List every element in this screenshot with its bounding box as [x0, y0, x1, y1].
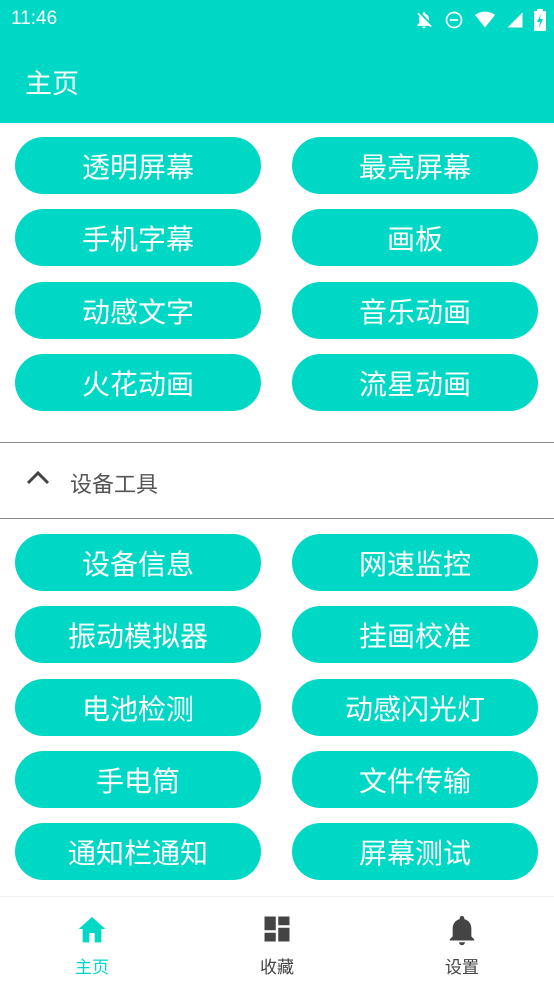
vibration-simulator-button[interactable]: 振动模拟器	[15, 606, 261, 663]
status-icons	[414, 9, 546, 31]
transparent-screen-button[interactable]: 透明屏幕	[15, 137, 261, 194]
dashboard-icon	[264, 916, 290, 942]
status-bar: 11:46	[0, 0, 554, 38]
bottom-navigation: 主页 收藏 设置	[0, 896, 554, 985]
nav-favorites[interactable]: 收藏	[185, 897, 369, 985]
screen-test-button[interactable]: 屏幕测试	[292, 823, 538, 880]
brightest-screen-button[interactable]: 最亮屏幕	[292, 137, 538, 194]
main-content[interactable]: 透明屏幕 最亮屏幕 手机字幕 画板 动感文字 音乐动画 火花动画 流星动画 设备…	[0, 123, 554, 896]
device-info-button[interactable]: 设备信息	[15, 534, 261, 591]
nav-home-label: 主页	[75, 958, 109, 978]
nav-home[interactable]: 主页	[0, 897, 184, 985]
section-divider-bottom	[0, 518, 554, 519]
device-tools-section-header[interactable]: 设备工具	[0, 442, 554, 518]
battery-charging-icon	[534, 9, 546, 31]
picture-level-button[interactable]: 挂画校准	[292, 606, 538, 663]
dynamic-flash-button[interactable]: 动感闪光灯	[292, 679, 538, 736]
do-not-disturb-icon	[445, 11, 463, 29]
nav-favorites-label: 收藏	[260, 958, 294, 978]
nav-settings[interactable]: 设置	[370, 897, 554, 985]
network-speed-monitor-button[interactable]: 网速监控	[292, 534, 538, 591]
meteor-animation-button[interactable]: 流星动画	[292, 354, 538, 411]
nav-settings-label: 设置	[445, 958, 479, 978]
page-title: 主页	[25, 69, 79, 100]
phone-subtitle-button[interactable]: 手机字幕	[15, 209, 261, 266]
notification-bar-button[interactable]: 通知栏通知	[15, 823, 261, 880]
dynamic-text-button[interactable]: 动感文字	[15, 282, 261, 339]
flashlight-button[interactable]: 手电筒	[15, 751, 261, 808]
file-transfer-button[interactable]: 文件传输	[292, 751, 538, 808]
section-label: 设备工具	[70, 473, 159, 498]
chevron-up-icon	[26, 470, 50, 485]
notifications-off-icon	[417, 12, 432, 29]
home-icon	[78, 917, 106, 943]
status-time: 11:46	[11, 8, 58, 29]
bell-icon	[449, 916, 475, 946]
signal-icon	[507, 12, 523, 28]
music-animation-button[interactable]: 音乐动画	[292, 282, 538, 339]
spark-animation-button[interactable]: 火花动画	[15, 354, 261, 411]
battery-check-button[interactable]: 电池检测	[15, 679, 261, 736]
app-bar: 主页	[0, 38, 554, 123]
drawing-board-button[interactable]: 画板	[292, 209, 538, 266]
wifi-icon	[475, 11, 495, 28]
